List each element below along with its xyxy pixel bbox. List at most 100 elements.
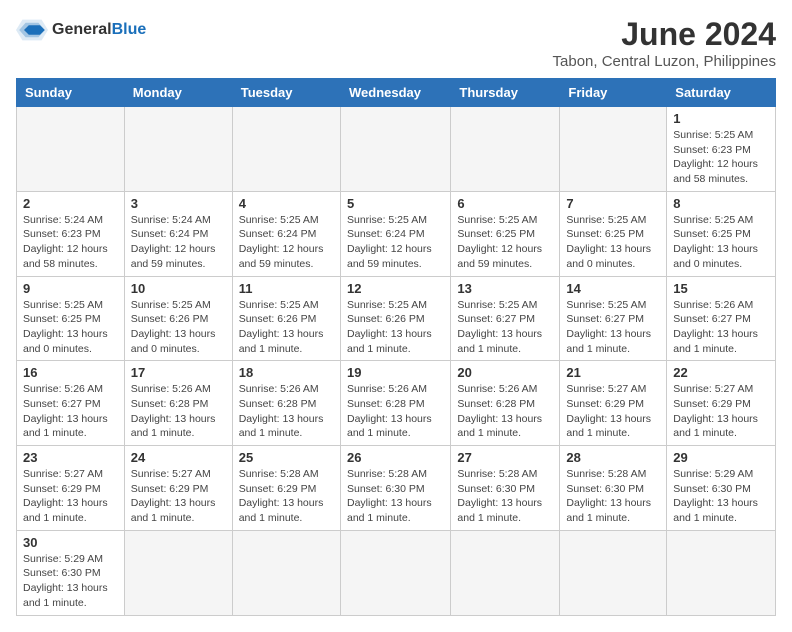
calendar-cell: 18 Sunrise: 5:26 AMSunset: 6:28 PMDayligh… [232, 361, 340, 446]
weekday-header-monday: Monday [124, 79, 232, 107]
calendar-cell: 12 Sunrise: 5:25 AMSunset: 6:26 PMDayligh… [340, 276, 450, 361]
calendar-cell: 9 Sunrise: 5:25 AMSunset: 6:25 PMDaylight… [17, 276, 125, 361]
day-number: 19 [347, 365, 444, 380]
day-number: 9 [23, 281, 118, 296]
calendar-cell: 5Sunrise: 5:25 AMSunset: 6:24 PMDaylight… [340, 191, 450, 276]
calendar-cell: 21Sunrise: 5:27 AMSunset: 6:29 PMDayligh… [560, 361, 667, 446]
day-info: Sunrise: 5:25 AMSunset: 6:26 PMDaylight:… [239, 298, 334, 357]
day-info: Sunrise: 5:24 AMSunset: 6:23 PMDaylight:… [23, 213, 118, 272]
day-info: Sunrise: 5:26 AMSunset: 6:27 PMDaylight:… [23, 382, 118, 441]
logo: GeneralBlue [16, 16, 146, 44]
logo-text: GeneralBlue [52, 21, 146, 39]
weekday-header-row: SundayMondayTuesdayWednesdayThursdayFrid… [17, 79, 776, 107]
day-number: 28 [566, 450, 660, 465]
calendar-cell [451, 107, 560, 192]
calendar-cell: 27 Sunrise: 5:28 AMSunset: 6:30 PMDayligh… [451, 446, 560, 531]
week-row-2: 2Sunrise: 5:24 AMSunset: 6:23 PMDaylight… [17, 191, 776, 276]
day-number: 22 [673, 365, 769, 380]
weekday-header-sunday: Sunday [17, 79, 125, 107]
day-info: Sunrise: 5:25 AMSunset: 6:25 PMDaylight:… [673, 213, 769, 272]
day-info: Sunrise: 5:29 AMSunset: 6:30 PMDaylight:… [23, 552, 118, 611]
weekday-header-thursday: Thursday [451, 79, 560, 107]
day-info: Sunrise: 5:25 AMSunset: 6:26 PMDaylight:… [131, 298, 226, 357]
day-info: Sunrise: 5:27 AMSunset: 6:29 PMDaylight:… [566, 382, 660, 441]
day-number: 12 [347, 281, 444, 296]
day-info: Sunrise: 5:28 AMSunset: 6:30 PMDaylight:… [347, 467, 444, 526]
day-info: Sunrise: 5:25 AMSunset: 6:26 PMDaylight:… [347, 298, 444, 357]
day-number: 17 [131, 365, 226, 380]
calendar-cell: 4Sunrise: 5:25 AMSunset: 6:24 PMDaylight… [232, 191, 340, 276]
calendar-cell [560, 530, 667, 615]
calendar-cell: 20Sunrise: 5:26 AMSunset: 6:28 PMDayligh… [451, 361, 560, 446]
day-number: 23 [23, 450, 118, 465]
day-number: 4 [239, 196, 334, 211]
calendar-title: June 2024 [553, 16, 776, 53]
calendar-cell: 29Sunrise: 5:29 AMSunset: 6:30 PMDayligh… [667, 446, 776, 531]
day-number: 16 [23, 365, 118, 380]
calendar-cell [232, 530, 340, 615]
day-number: 24 [131, 450, 226, 465]
calendar-subtitle: Tabon, Central Luzon, Philippines [553, 53, 776, 70]
calendar-cell: 16 Sunrise: 5:26 AMSunset: 6:27 PMDayligh… [17, 361, 125, 446]
day-info: Sunrise: 5:26 AMSunset: 6:28 PMDaylight:… [131, 382, 226, 441]
day-info: Sunrise: 5:24 AMSunset: 6:24 PMDaylight:… [131, 213, 226, 272]
calendar-cell [340, 107, 450, 192]
day-number: 30 [23, 535, 118, 550]
day-info: Sunrise: 5:27 AMSunset: 6:29 PMDaylight:… [131, 467, 226, 526]
weekday-header-wednesday: Wednesday [340, 79, 450, 107]
calendar-cell [340, 530, 450, 615]
day-number: 1 [673, 111, 769, 126]
calendar-cell: 26 Sunrise: 5:28 AMSunset: 6:30 PMDayligh… [340, 446, 450, 531]
calendar-cell: 28 Sunrise: 5:28 AMSunset: 6:30 PMDayligh… [560, 446, 667, 531]
day-info: Sunrise: 5:26 AMSunset: 6:28 PMDaylight:… [457, 382, 553, 441]
calendar-cell [17, 107, 125, 192]
day-info: Sunrise: 5:26 AMSunset: 6:28 PMDaylight:… [347, 382, 444, 441]
day-number: 15 [673, 281, 769, 296]
day-info: Sunrise: 5:27 AMSunset: 6:29 PMDaylight:… [23, 467, 118, 526]
day-number: 7 [566, 196, 660, 211]
calendar-cell [124, 107, 232, 192]
calendar-cell: 25Sunrise: 5:28 AMSunset: 6:29 PMDayligh… [232, 446, 340, 531]
calendar-cell: 3Sunrise: 5:24 AMSunset: 6:24 PMDaylight… [124, 191, 232, 276]
week-row-6: 30 Sunrise: 5:29 AMSunset: 6:30 PMDayligh… [17, 530, 776, 615]
day-info: Sunrise: 5:26 AMSunset: 6:27 PMDaylight:… [673, 298, 769, 357]
logo-icon [16, 16, 48, 44]
week-row-5: 23 Sunrise: 5:27 AMSunset: 6:29 PMDayligh… [17, 446, 776, 531]
day-number: 26 [347, 450, 444, 465]
calendar-cell: 11Sunrise: 5:25 AMSunset: 6:26 PMDayligh… [232, 276, 340, 361]
day-number: 6 [457, 196, 553, 211]
day-info: Sunrise: 5:26 AMSunset: 6:28 PMDaylight:… [239, 382, 334, 441]
day-info: Sunrise: 5:25 AMSunset: 6:25 PMDaylight:… [23, 298, 118, 357]
calendar-cell: 6 Sunrise: 5:25 AMSunset: 6:25 PMDaylight… [451, 191, 560, 276]
week-row-4: 16 Sunrise: 5:26 AMSunset: 6:27 PMDayligh… [17, 361, 776, 446]
day-number: 10 [131, 281, 226, 296]
day-info: Sunrise: 5:25 AMSunset: 6:25 PMDaylight:… [566, 213, 660, 272]
week-row-3: 9 Sunrise: 5:25 AMSunset: 6:25 PMDaylight… [17, 276, 776, 361]
day-number: 27 [457, 450, 553, 465]
day-number: 14 [566, 281, 660, 296]
day-info: Sunrise: 5:28 AMSunset: 6:30 PMDaylight:… [566, 467, 660, 526]
logo-general: General [52, 21, 112, 38]
day-info: Sunrise: 5:27 AMSunset: 6:29 PMDaylight:… [673, 382, 769, 441]
calendar-cell [451, 530, 560, 615]
calendar-cell [560, 107, 667, 192]
calendar-cell: 7 Sunrise: 5:25 AMSunset: 6:25 PMDaylight… [560, 191, 667, 276]
day-info: Sunrise: 5:28 AMSunset: 6:29 PMDaylight:… [239, 467, 334, 526]
weekday-header-saturday: Saturday [667, 79, 776, 107]
calendar-cell: 30 Sunrise: 5:29 AMSunset: 6:30 PMDayligh… [17, 530, 125, 615]
calendar-cell [232, 107, 340, 192]
calendar-cell: 14Sunrise: 5:25 AMSunset: 6:27 PMDayligh… [560, 276, 667, 361]
calendar-cell: 8Sunrise: 5:25 AMSunset: 6:25 PMDaylight… [667, 191, 776, 276]
calendar-cell: 19 Sunrise: 5:26 AMSunset: 6:28 PMDayligh… [340, 361, 450, 446]
calendar-cell: 1Sunrise: 5:25 AMSunset: 6:23 PMDaylight… [667, 107, 776, 192]
day-info: Sunrise: 5:25 AMSunset: 6:25 PMDaylight:… [457, 213, 553, 272]
week-row-1: 1Sunrise: 5:25 AMSunset: 6:23 PMDaylight… [17, 107, 776, 192]
day-info: Sunrise: 5:25 AMSunset: 6:27 PMDaylight:… [457, 298, 553, 357]
header: GeneralBlue June 2024 Tabon, Central Luz… [16, 16, 776, 70]
day-info: Sunrise: 5:28 AMSunset: 6:30 PMDaylight:… [457, 467, 553, 526]
calendar-cell: 2Sunrise: 5:24 AMSunset: 6:23 PMDaylight… [17, 191, 125, 276]
calendar-cell [124, 530, 232, 615]
day-number: 18 [239, 365, 334, 380]
day-number: 13 [457, 281, 553, 296]
day-number: 5 [347, 196, 444, 211]
